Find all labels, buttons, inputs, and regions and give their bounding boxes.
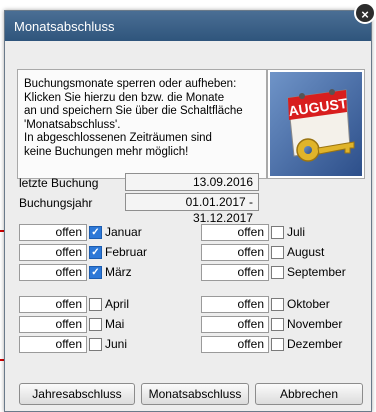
last-booking-label: letzte Buchung [19, 176, 99, 190]
checkbox-februar[interactable]: ✓ [89, 246, 102, 259]
status-field-dezember: offen [201, 336, 269, 353]
status-field-juli: offen [201, 224, 269, 241]
checkbox-juni[interactable] [89, 338, 102, 351]
checkbox-mai[interactable] [89, 318, 102, 331]
close-icon[interactable]: × [354, 2, 376, 24]
status-field-oktober: offen [201, 296, 269, 313]
status-field-august: offen [201, 244, 269, 261]
month-close-dialog: Monatsabschluss Buchungsmonate sperren o… [4, 10, 372, 412]
month-label-januar: Januar [105, 225, 142, 239]
status-field-november: offen [201, 316, 269, 333]
checkbox-september[interactable] [271, 266, 284, 279]
month-label-april: April [105, 297, 130, 311]
last-booking-field: 13.09.2016 [125, 173, 259, 191]
year-close-button[interactable]: Jahresabschluss [19, 383, 135, 405]
info-text: Buchungsmonate sperren oder aufheben: Kl… [24, 78, 243, 158]
checkbox-maerz[interactable]: ✓ [89, 266, 102, 279]
checkbox-april[interactable] [89, 298, 102, 311]
title-bar: Monatsabschluss [5, 11, 371, 41]
month-label-juli: Juli [287, 225, 306, 239]
month-label-mai: Mai [105, 317, 125, 331]
month-label-august: August [287, 245, 325, 259]
status-field-januar: offen [19, 224, 87, 241]
status-field-september: offen [201, 264, 269, 281]
status-field-februar: offen [19, 244, 87, 261]
cancel-button[interactable]: Abbrechen [255, 383, 363, 405]
month-label-juni: Juni [105, 337, 128, 351]
status-field-mai: offen [19, 316, 87, 333]
month-label-dezember: Dezember [287, 337, 343, 351]
month-label-februar: Februar [105, 245, 148, 259]
checkbox-januar[interactable]: ✓ [89, 226, 102, 239]
status-field-april: offen [19, 296, 87, 313]
status-field-maerz: offen [19, 264, 87, 281]
calendar-key-image: AUGUST [267, 69, 365, 179]
status-field-juni: offen [19, 336, 87, 353]
checkbox-juli[interactable] [271, 226, 284, 239]
checkbox-oktober[interactable] [271, 298, 284, 311]
checkbox-november[interactable] [271, 318, 284, 331]
month-label-oktober: Oktober [287, 297, 330, 311]
year-label: Buchungsjahr [19, 196, 93, 210]
checkbox-august[interactable] [271, 246, 284, 259]
checkbox-dezember[interactable] [271, 338, 284, 351]
year-field: 01.01.2017 - 31.12.2017 [125, 193, 259, 225]
info-box: Buchungsmonate sperren oder aufheben: Kl… [17, 69, 267, 179]
calendar-icon: AUGUST [270, 72, 362, 176]
month-label-maerz: März [105, 265, 132, 279]
month-label-november: November [287, 317, 343, 331]
month-label-september: September [287, 265, 346, 279]
window-title: Monatsabschluss [14, 19, 115, 34]
month-close-button[interactable]: Monatsabschluss [141, 383, 249, 405]
